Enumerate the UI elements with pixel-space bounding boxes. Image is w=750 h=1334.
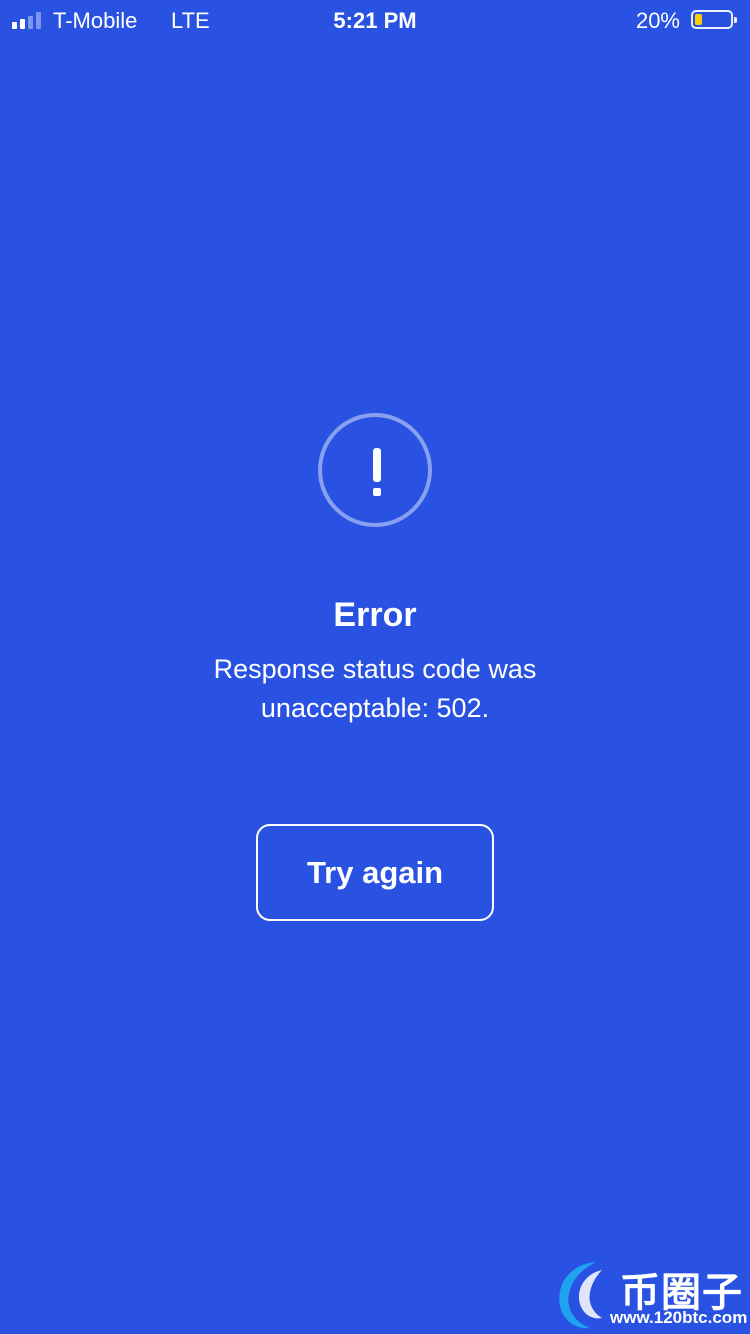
watermark: 币圈子 www.120btc.com bbox=[552, 1254, 750, 1334]
battery-icon bbox=[691, 10, 737, 29]
try-again-button[interactable]: Try again bbox=[256, 824, 494, 921]
watermark-url: www.120btc.com bbox=[610, 1308, 748, 1327]
error-title: Error bbox=[333, 596, 417, 634]
exclamation-circle-icon bbox=[318, 413, 432, 527]
watermark-logo-icon bbox=[559, 1262, 602, 1329]
error-message: Response status code was unacceptable: 5… bbox=[213, 654, 537, 723]
status-bar: T-Mobile LTE 5:21 PM 20% bbox=[0, 0, 750, 40]
battery-percentage: 20% bbox=[635, 8, 680, 33]
